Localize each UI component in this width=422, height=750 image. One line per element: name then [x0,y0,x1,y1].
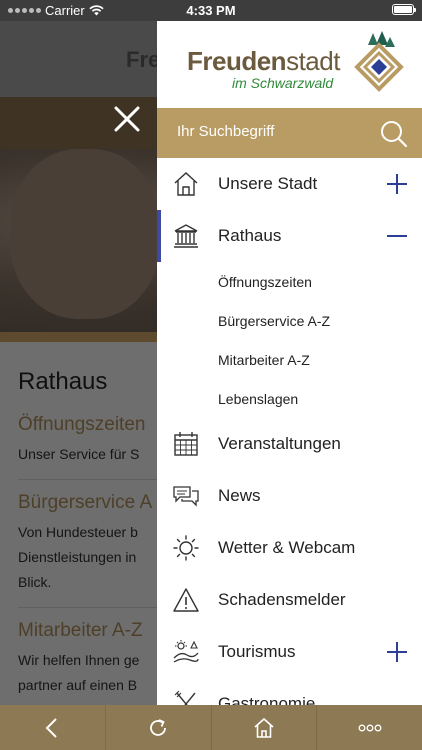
menu-item-gastronomie[interactable]: Gastronomie [157,678,422,705]
search-icon[interactable] [380,120,408,148]
search-input[interactable]: Ihr Suchbegriff [177,123,274,140]
menu-item-label: Schadensmelder [218,590,346,609]
menu-item-schadensmelder[interactable]: Schadensmelder [157,574,422,626]
logo-text: Freudenstadt im Schwarzwald [187,48,340,92]
menu-item-label: Unsere Stadt [218,174,318,193]
menu-item-label: Gastronomie [218,694,316,705]
expand-icon[interactable] [386,641,408,663]
more-button[interactable] [317,705,422,750]
submenu-item-label: Bürgerservice A-Z [218,312,331,329]
logo-title-bold: Freuden [187,46,287,76]
landscape-icon [172,638,200,666]
home-icon [172,170,200,198]
menu-item-label: Rathaus [218,226,282,245]
navigation-drawer: Freudenstadt im Schwarzwald Ihr Suchbegr… [157,21,422,705]
menu-item-veranstaltungen[interactable]: Veranstaltungen [157,418,422,470]
menu-item-label: News [218,486,261,505]
logo-subtitle: im Schwarzwald [232,75,334,91]
calendar-icon [172,430,200,458]
menu-item-tourismus[interactable]: Tourismus [157,626,422,678]
menu-item-rathaus[interactable]: Rathaus [157,210,422,262]
sun-icon [172,534,200,562]
menu-item-label: Tourismus [218,642,296,661]
menu-list: Unsere Stadt Rathaus Öffnungszeiten Bürg… [157,158,422,705]
submenu-item-oeffnungszeiten[interactable]: Öffnungszeiten [157,262,422,301]
collapse-icon[interactable] [386,225,408,247]
reload-button[interactable] [106,705,212,750]
status-bar: Carrier 4:33 PM [0,0,422,21]
submenu-item-mitarbeiter[interactable]: Mitarbeiter A-Z [157,340,422,379]
logo[interactable]: Freudenstadt im Schwarzwald [157,21,422,108]
menu-item-unsere-stadt[interactable]: Unsere Stadt [157,158,422,210]
search-bar[interactable]: Ihr Suchbegriff [157,108,422,158]
submenu-item-label: Mitarbeiter A-Z [218,351,310,368]
home-icon [254,717,274,738]
page-brand: Fre [126,47,161,72]
submenu-item-buergerservice[interactable]: Bürgerservice A-Z [157,301,422,340]
menu-item-wetter-webcam[interactable]: Wetter & Webcam [157,522,422,574]
clock: 4:33 PM [186,3,236,18]
battery-icon [392,4,416,15]
reload-icon [150,718,167,736]
city-emblem-icon [354,31,404,92]
cutlery-icon [172,690,200,705]
more-icon [358,724,382,731]
submenu-item-lebenslagen[interactable]: Lebenslagen [157,379,422,418]
submenu-item-label: Öffnungszeiten [218,273,312,290]
logo-title-light: stadt [286,46,340,76]
portrait-photo [10,149,160,319]
menu-item-label: Veranstaltungen [218,434,341,453]
logo-title: Freudenstadt [187,48,340,74]
warning-icon [172,586,200,614]
bottom-toolbar [0,705,422,750]
home-button[interactable] [212,705,318,750]
menu-item-label: Wetter & Webcam [218,538,356,557]
close-menu-icon[interactable] [110,102,144,136]
townhall-icon [172,222,200,250]
back-icon [45,717,58,738]
menu-item-news[interactable]: News [157,470,422,522]
submenu-item-label: Lebenslagen [218,390,299,407]
chat-bubbles-icon [172,482,200,510]
back-button[interactable] [0,705,106,750]
expand-icon[interactable] [386,173,408,195]
